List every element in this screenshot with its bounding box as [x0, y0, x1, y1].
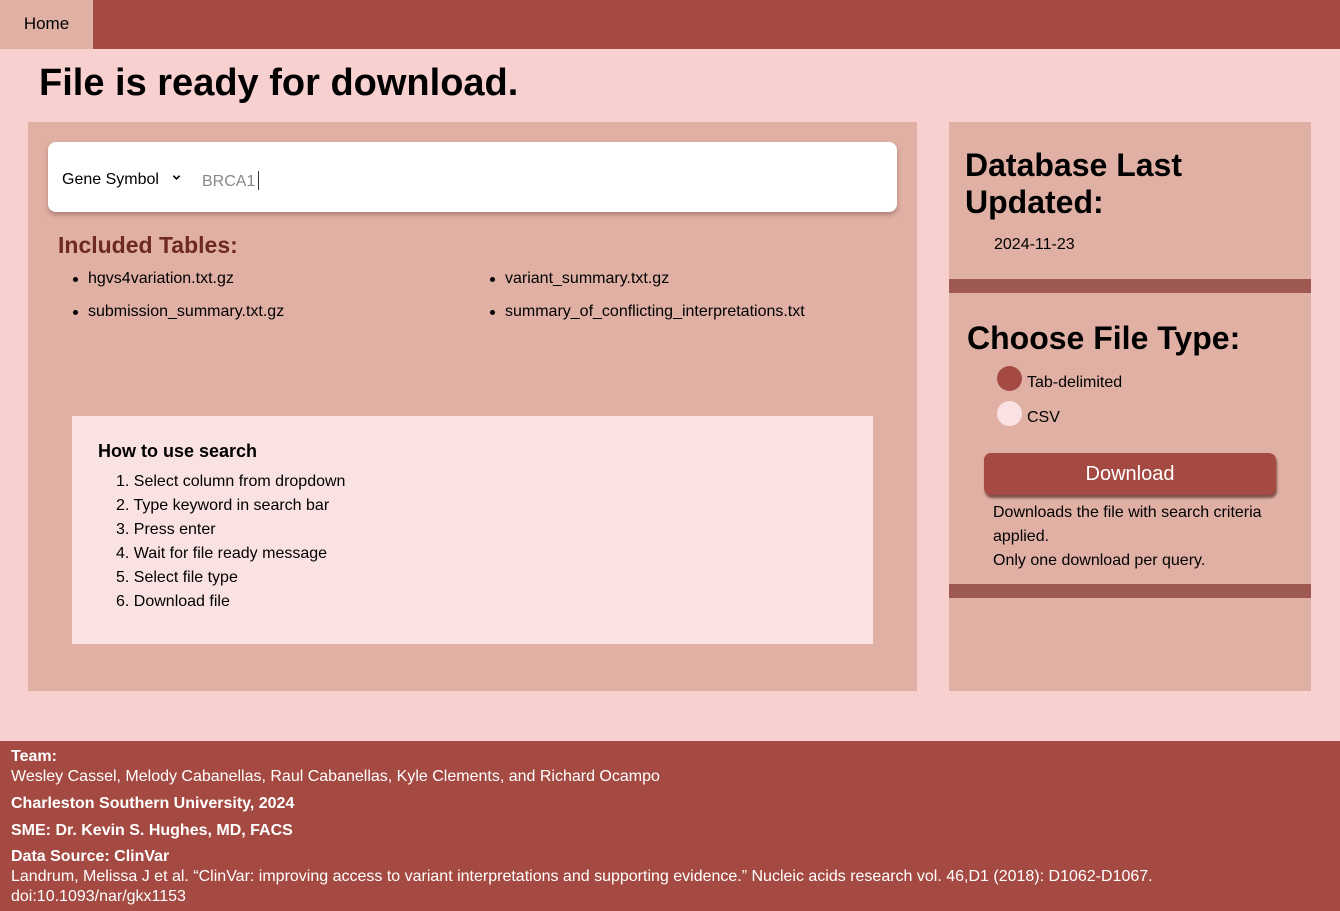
how-to-step: 6. Download file	[116, 593, 230, 610]
top-navbar: Home	[0, 0, 1340, 49]
page-title: File is ready for download.	[39, 62, 519, 104]
search-bar: Gene Symbol	[48, 142, 897, 212]
download-panel: Database Last Updated: 2024-11-23 Choose…	[949, 122, 1311, 691]
list-item: summary_of_conflicting_interpretations.t…	[490, 303, 805, 320]
chevron-down-icon[interactable]	[172, 173, 181, 182]
search-panel: Gene Symbol Included Tables: hgvs4variat…	[28, 122, 917, 691]
how-to-step: 3. Press enter	[116, 521, 216, 538]
how-to-step: 1. Select column from dropdown	[116, 473, 346, 490]
team-members: Wesley Cassel, Melody Cabanellas, Raul C…	[11, 768, 660, 785]
download-limit-note: Only one download per query.	[993, 552, 1206, 569]
how-to-step: 4. Wait for file ready message	[116, 545, 328, 562]
download-note: Downloads the file with search criteria …	[993, 504, 1262, 545]
radio-csv[interactable]	[997, 401, 1022, 426]
list-item: hgvs4variation.txt.gz	[73, 270, 234, 287]
nav-home-link[interactable]: Home	[0, 0, 93, 49]
divider	[949, 584, 1311, 598]
divider	[949, 279, 1311, 293]
how-to-step: 5. Select file type	[116, 569, 238, 586]
list-item: variant_summary.txt.gz	[489, 270, 670, 287]
citation-doi: doi:10.1093/nar/gkx1153	[11, 888, 186, 905]
radio-label-tab-delimited[interactable]: Tab-delimited	[1027, 374, 1122, 392]
database-updated-title: Database Last Updated:	[965, 147, 1182, 220]
database-updated-date: 2024-11-23	[994, 236, 1075, 253]
text-caret	[258, 171, 259, 190]
footer: Team: Wesley Cassel, Melody Cabanellas, …	[0, 741, 1340, 911]
search-input[interactable]	[202, 171, 602, 193]
file-type-title: Choose File Type:	[967, 320, 1241, 356]
list-item: submission_summary.txt.gz	[72, 303, 285, 320]
included-tables-heading: Included Tables:	[58, 232, 238, 258]
how-to-step: 2. Type keyword in search bar	[116, 497, 330, 514]
how-to-title: How to use search	[98, 441, 258, 461]
radio-tab-delimited[interactable]	[997, 366, 1022, 391]
university: Charleston Southern University, 2024	[11, 795, 295, 812]
citation: Landrum, Melissa J et al. “ClinVar: impr…	[11, 868, 1153, 885]
data-source-heading: Data Source: ClinVar	[11, 848, 170, 865]
download-button[interactable]: Download	[984, 453, 1276, 495]
team-heading: Team:	[11, 748, 57, 765]
how-to-card: How to use search 1. Select column from …	[72, 416, 873, 644]
radio-label-csv[interactable]: CSV	[1027, 409, 1060, 427]
column-select[interactable]: Gene Symbol	[62, 171, 159, 189]
sme: SME: Dr. Kevin S. Hughes, MD, FACS	[11, 822, 293, 839]
